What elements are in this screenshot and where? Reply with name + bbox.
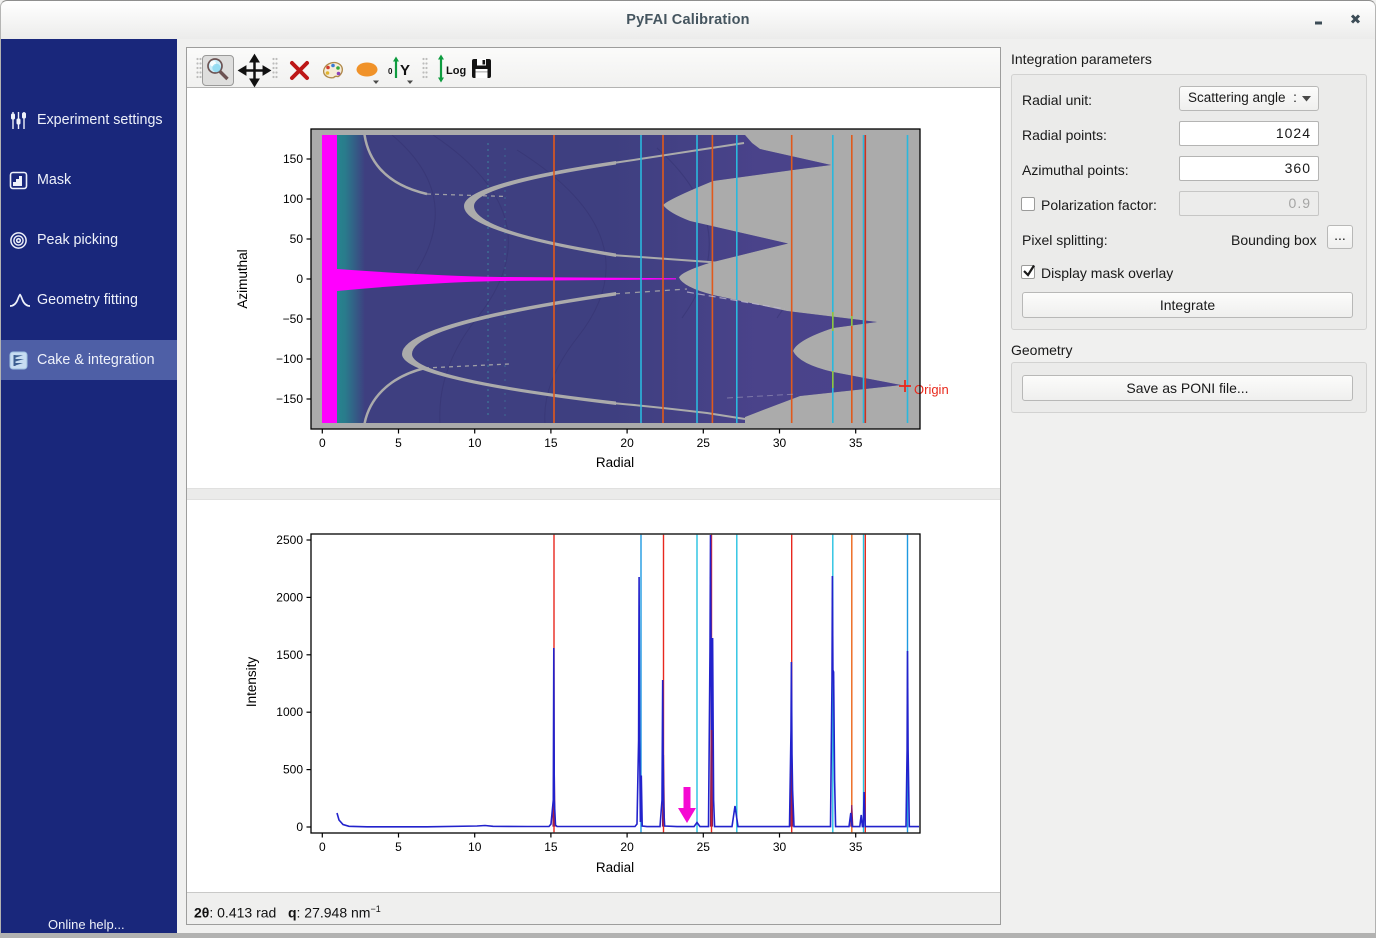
svg-text:500: 500 <box>283 763 303 777</box>
svg-text:100: 100 <box>283 192 303 206</box>
svg-text:20: 20 <box>620 840 634 854</box>
svg-text:150: 150 <box>283 152 303 166</box>
svg-text:30: 30 <box>773 436 787 450</box>
svg-text:25: 25 <box>697 436 711 450</box>
svg-text:Radial: Radial <box>596 860 634 875</box>
svg-text:0: 0 <box>388 67 393 76</box>
svg-text:−50: −50 <box>283 312 304 326</box>
svg-text:30: 30 <box>773 840 787 854</box>
svg-text:1500: 1500 <box>276 648 303 662</box>
svg-text:0: 0 <box>319 436 326 450</box>
svg-text:25: 25 <box>697 840 711 854</box>
svg-text:0: 0 <box>296 820 303 834</box>
svg-text:Y: Y <box>400 62 410 79</box>
svg-text:15: 15 <box>544 840 558 854</box>
svg-text:50: 50 <box>290 232 304 246</box>
svg-text:−150: −150 <box>276 392 303 406</box>
svg-text:2500: 2500 <box>276 533 303 547</box>
svg-text:5: 5 <box>395 840 402 854</box>
svg-text:Radial: Radial <box>596 455 634 470</box>
svg-text:10: 10 <box>468 436 482 450</box>
svg-text:15: 15 <box>544 436 558 450</box>
svg-text:0: 0 <box>296 272 303 286</box>
svg-text:10: 10 <box>468 840 482 854</box>
svg-text:Azimuthal: Azimuthal <box>235 249 250 308</box>
svg-text:Origin: Origin <box>914 382 949 397</box>
svg-text:−100: −100 <box>276 352 303 366</box>
svg-text:20: 20 <box>620 436 634 450</box>
svg-text:Log: Log <box>446 65 466 77</box>
svg-text:0: 0 <box>319 840 326 854</box>
svg-text:35: 35 <box>849 436 863 450</box>
svg-text:1000: 1000 <box>276 705 303 719</box>
svg-text:5: 5 <box>395 436 402 450</box>
svg-text:35: 35 <box>849 840 863 854</box>
svg-text:Intensity: Intensity <box>244 657 259 708</box>
svg-text:2000: 2000 <box>276 590 303 604</box>
